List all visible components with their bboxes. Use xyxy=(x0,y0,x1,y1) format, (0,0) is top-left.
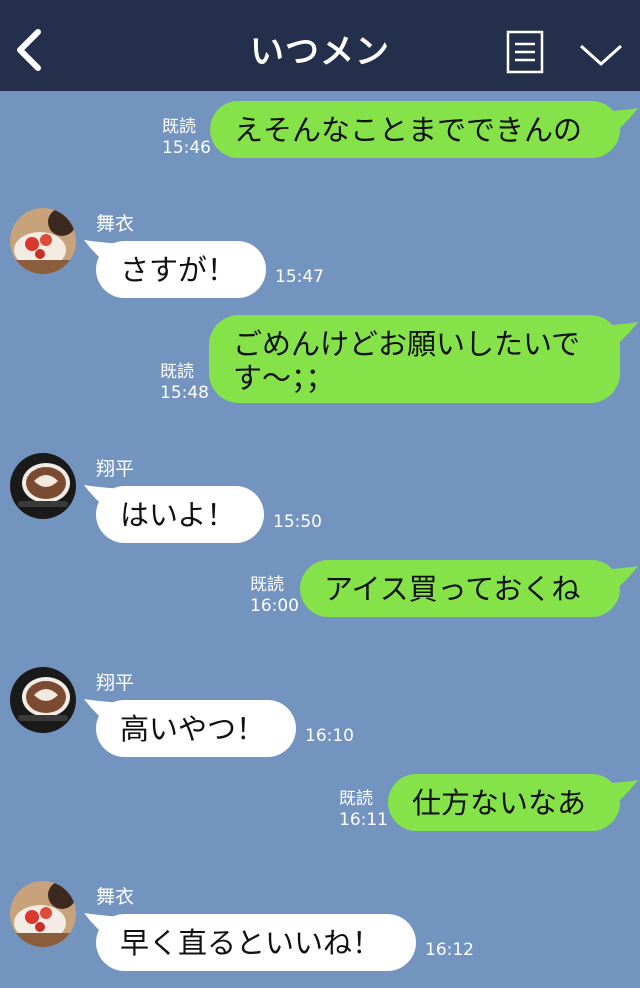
sender-name: 翔平 xyxy=(96,672,135,694)
message-time: 15:50 xyxy=(273,512,322,532)
message-time: 16:10 xyxy=(305,726,354,746)
latte-avatar xyxy=(10,667,76,733)
chat-header: いつメン xyxy=(0,0,640,91)
note-button[interactable] xyxy=(506,30,544,74)
read-status: 既読 16:00 xyxy=(250,575,299,616)
avatar[interactable] xyxy=(10,208,76,274)
my-message-bubble[interactable]: アイス買っておくね xyxy=(300,560,620,617)
message-time: 16:12 xyxy=(425,940,474,960)
avatar[interactable] xyxy=(10,453,76,519)
expand-button[interactable] xyxy=(578,36,624,70)
cake-avatar xyxy=(10,881,76,947)
their-message-bubble[interactable]: 高いやつ！ xyxy=(96,700,296,757)
avatar[interactable] xyxy=(10,881,76,947)
read-status: 既読 15:46 xyxy=(162,117,211,158)
read-status: 既読 16:11 xyxy=(339,789,388,830)
my-message-bubble[interactable]: 仕方ないなあ xyxy=(388,774,620,831)
message-time: 15:48 xyxy=(160,383,209,403)
message-time: 15:46 xyxy=(162,138,211,158)
cake-avatar xyxy=(10,208,76,274)
my-message-bubble[interactable]: ごめんけどお願いしたいです〜；； xyxy=(209,315,620,403)
their-message-bubble[interactable]: さすが！ xyxy=(96,241,266,298)
their-message-bubble[interactable]: はいよ！ xyxy=(96,486,264,543)
sender-name: 舞衣 xyxy=(96,886,135,908)
chevron-down-icon xyxy=(579,44,623,66)
latte-avatar xyxy=(10,453,76,519)
their-message-bubble[interactable]: 早く直るといいね！ xyxy=(96,914,416,971)
note-icon xyxy=(506,30,544,74)
read-status: 既読 15:48 xyxy=(160,362,209,403)
sender-name: 舞衣 xyxy=(96,213,135,235)
message-time: 15:47 xyxy=(275,267,324,287)
my-message-bubble[interactable]: えそんなことまでできんの xyxy=(210,101,620,158)
chat-title: いつメン xyxy=(250,32,390,72)
sender-name: 翔平 xyxy=(96,458,135,480)
avatar[interactable] xyxy=(10,667,76,733)
message-time: 16:11 xyxy=(339,810,388,830)
message-time: 16:00 xyxy=(250,596,299,616)
